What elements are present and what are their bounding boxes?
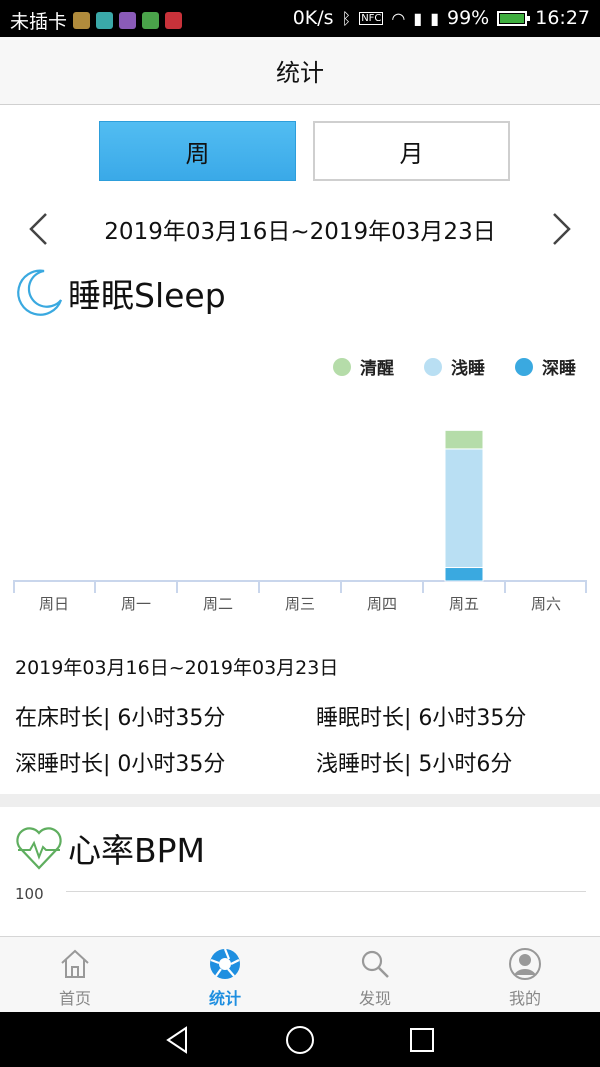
nav-home-label: 首页 xyxy=(58,989,91,1008)
status-right: 0K/s ᛒ NFC ◠ ▮ ▮ 99% 16:27 xyxy=(293,7,590,29)
sleep-chart-plot xyxy=(13,429,587,593)
chevron-right-icon[interactable] xyxy=(546,211,576,247)
legend-item-light: 浅睡 xyxy=(424,354,485,379)
legend-dot xyxy=(515,357,533,376)
nav-home[interactable]: 首页 xyxy=(0,937,150,1013)
bpm-y-axis-label: 100 xyxy=(15,885,44,903)
status-bar: 未插卡 0K/s ᛒ NFC ◠ ▮ ▮ 99% 16:27 xyxy=(0,0,600,37)
user-icon xyxy=(509,948,541,980)
bpm-gridline xyxy=(66,891,586,892)
legend-dot xyxy=(333,357,351,376)
network-speed: 0K/s xyxy=(292,7,334,29)
bluetooth-icon: ᛒ xyxy=(341,8,352,28)
recents-icon[interactable] xyxy=(406,1024,438,1056)
x-axis-ticks: 周日 周一 周二 周三 周四 周五 周六 xyxy=(13,593,587,619)
bottom-navigation: 首页 统计 发现 我的 xyxy=(0,936,600,1013)
back-icon[interactable] xyxy=(162,1024,194,1056)
moon-icon xyxy=(17,269,63,316)
legend-label: 浅睡 xyxy=(451,359,485,379)
legend-dot xyxy=(424,357,442,376)
app-header: 统计 xyxy=(0,37,600,105)
legend-label: 清醒 xyxy=(360,359,394,379)
system-navigation-bar xyxy=(0,1012,600,1067)
x-tick-label: 周三 xyxy=(284,595,315,613)
x-tick-label: 周二 xyxy=(202,595,233,613)
tab-week[interactable]: 周 xyxy=(99,121,296,181)
nav-stats[interactable]: 统计 xyxy=(150,937,300,1013)
app-notification-icon xyxy=(73,12,91,29)
date-navigator: 2019年03月16日~2019年03月23日 xyxy=(0,205,600,253)
bpm-section-title: 心率BPM xyxy=(14,823,205,873)
legend-label: 深睡 xyxy=(542,359,576,379)
sleep-title-text: 睡眠Sleep xyxy=(68,276,226,315)
app-notification-icon xyxy=(165,12,183,29)
tab-month[interactable]: 月 xyxy=(313,121,510,181)
clock: 16:27 xyxy=(535,7,590,29)
stat-deep-sleep: 深睡时长| 0小时35分 xyxy=(15,752,226,777)
nfc-icon: NFC xyxy=(359,11,384,25)
bar-segment-周五 xyxy=(444,429,484,450)
x-tick-label: 周一 xyxy=(120,595,151,613)
search-icon xyxy=(361,950,389,978)
status-left: 未插卡 xyxy=(10,7,183,34)
nav-profile[interactable]: 我的 xyxy=(450,937,600,1013)
battery-percent: 99% xyxy=(447,7,490,29)
nav-discover[interactable]: 发现 xyxy=(300,937,450,1013)
date-range-label: 2019年03月16日~2019年03月23日 xyxy=(104,219,496,245)
stats-shutter-icon xyxy=(210,948,240,979)
stat-light-sleep: 浅睡时长| 5小时6分 xyxy=(316,752,513,777)
signal-icon: ▮ xyxy=(430,8,439,28)
chart-legend: 清醒 浅睡 深睡 xyxy=(333,354,576,379)
x-tick-label: 周五 xyxy=(448,595,479,613)
heart-rate-icon xyxy=(16,827,62,870)
nav-discover-label: 发现 xyxy=(358,989,391,1008)
sleep-chart: 周日 周一 周二 周三 周四 周五 周六 xyxy=(13,395,587,625)
bpm-title-text: 心率BPM xyxy=(68,831,206,870)
app-notification-icon xyxy=(96,12,114,29)
legend-item-deep: 深睡 xyxy=(515,354,576,379)
wifi-icon: ◠ xyxy=(391,8,406,28)
home-circle-icon[interactable] xyxy=(284,1024,316,1056)
nav-stats-label: 统计 xyxy=(208,989,241,1008)
app-notification-icon xyxy=(119,12,137,29)
x-tick-label: 周四 xyxy=(366,595,397,613)
nav-profile-label: 我的 xyxy=(508,989,541,1008)
home-icon xyxy=(61,949,89,978)
sleep-section-title: 睡眠Sleep xyxy=(14,268,226,318)
x-tick-label: 周六 xyxy=(530,595,561,613)
page-title: 统计 xyxy=(276,59,324,87)
section-divider xyxy=(0,794,600,807)
battery-icon xyxy=(497,10,531,26)
signal-icon: ▮ xyxy=(413,8,423,28)
legend-item-awake: 清醒 xyxy=(333,354,394,379)
x-tick-label: 周日 xyxy=(38,595,69,613)
carrier-text: 未插卡 xyxy=(10,11,68,33)
bar-segment-周五 xyxy=(444,567,484,582)
app-notification-icon xyxy=(142,12,160,29)
bar-segment-周五 xyxy=(444,448,484,569)
stat-asleep: 睡眠时长| 6小时35分 xyxy=(316,706,527,731)
summary-date-range: 2019年03月16日~2019年03月23日 xyxy=(15,657,339,679)
stat-in-bed: 在床时长| 6小时35分 xyxy=(15,706,226,731)
